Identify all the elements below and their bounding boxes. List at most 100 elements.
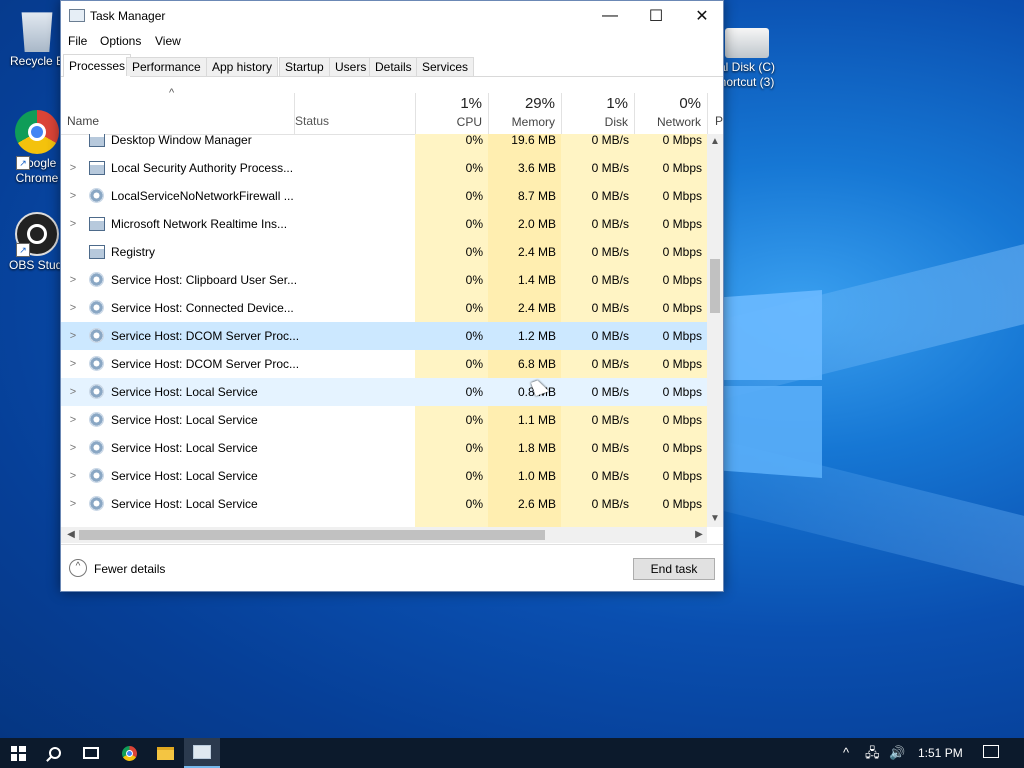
expand-chevron-icon[interactable]: > <box>67 378 79 406</box>
process-memory: 2.4 MB <box>517 301 556 315</box>
title-bar[interactable]: Task Manager — ☐ ✕ <box>61 1 723 31</box>
taskbar-file-explorer[interactable] <box>147 738 183 768</box>
tab-users[interactable]: Users <box>329 57 373 76</box>
taskbar: ^ 🖧 🔊 1:51 PM <box>0 738 1024 768</box>
column-divider[interactable] <box>707 93 708 134</box>
chrome-icon <box>121 745 137 761</box>
table-row[interactable]: > Service Host: Connected Device... 0% 2.4 … <box>61 294 707 322</box>
process-window-icon <box>89 245 105 259</box>
taskbar-chrome[interactable] <box>111 738 147 768</box>
chevron-up-circle-icon[interactable]: ^ <box>69 559 87 577</box>
menu-file[interactable]: File <box>68 34 87 48</box>
process-network: 0 Mbps <box>662 497 702 511</box>
tab-services[interactable]: Services <box>416 57 475 76</box>
network-label: Network <box>656 115 701 129</box>
process-name: Service Host: Local Service <box>111 413 258 427</box>
table-row[interactable]: Desktop Window Manager 0% 19.6 MB 0 MB/s 0 M… <box>61 134 707 154</box>
expand-chevron-icon[interactable]: > <box>67 294 79 322</box>
column-header-partial[interactable]: P <box>715 114 723 128</box>
process-network: 0 Mbps <box>662 469 702 483</box>
menu-options[interactable]: Options <box>100 34 141 48</box>
tab-performance[interactable]: Performance <box>126 57 207 76</box>
process-disk: 0 MB/s <box>591 441 629 455</box>
expand-chevron-icon[interactable]: > <box>67 210 79 238</box>
horizontal-scroll-thumb[interactable] <box>79 530 545 540</box>
process-network: 0 Mbps <box>662 441 702 455</box>
column-header-cpu[interactable]: 1% CPU <box>410 93 482 129</box>
process-name: Service Host: Local Service <box>111 469 258 483</box>
chrome-icon <box>15 110 59 154</box>
table-row[interactable]: > Local Security Authority Process... 0% 3.… <box>61 154 707 182</box>
network-icon[interactable]: 🖧 <box>865 738 880 768</box>
column-header-status[interactable]: Status <box>295 114 329 128</box>
table-row[interactable]: > LocalServiceNoNetworkFirewall ... 0% 8.7 … <box>61 182 707 210</box>
search-button[interactable] <box>37 738 73 768</box>
expand-chevron-icon[interactable]: > <box>67 462 79 490</box>
table-row[interactable]: > Service Host: Local Service 0% 1.1 MB 0 MB… <box>61 406 707 434</box>
maximize-button[interactable]: ☐ <box>633 1 679 31</box>
horizontal-scrollbar[interactable]: ◀ ▶ <box>61 527 707 543</box>
task-view-button[interactable] <box>73 738 109 768</box>
process-disk: 0 MB/s <box>591 217 629 231</box>
expand-chevron-icon[interactable]: > <box>67 182 79 210</box>
task-manager-window: Task Manager — ☐ ✕ File Options View Pro… <box>60 0 724 592</box>
footer-bar: ^ Fewer details End task <box>61 544 723 592</box>
process-disk: 0 MB/s <box>591 357 629 371</box>
expand-chevron-icon[interactable]: > <box>67 266 79 294</box>
show-hidden-icons-chevron-icon[interactable]: ^ <box>843 738 849 768</box>
column-header-disk[interactable]: 1% Disk <box>556 93 628 129</box>
service-gear-icon <box>89 384 104 399</box>
close-button[interactable]: ✕ <box>679 1 725 31</box>
tab-details[interactable]: Details <box>369 57 418 76</box>
process-disk: 0 MB/s <box>591 134 629 147</box>
expand-chevron-icon[interactable]: > <box>67 322 79 350</box>
process-memory: 1.8 MB <box>517 441 556 455</box>
taskbar-task-manager[interactable] <box>184 738 220 768</box>
vertical-scrollbar[interactable]: ▲ ▼ <box>707 134 723 527</box>
volume-icon[interactable]: 🔊 <box>889 738 905 768</box>
notification-icon[interactable] <box>983 745 999 758</box>
scroll-down-arrow-icon[interactable]: ▼ <box>707 511 723 527</box>
expand-chevron-icon[interactable]: > <box>67 406 79 434</box>
process-cpu: 0% <box>465 497 483 511</box>
tab-app-history[interactable]: App history <box>206 57 279 76</box>
scroll-left-arrow-icon[interactable]: ◀ <box>63 527 79 543</box>
column-header-memory[interactable]: 29% Memory <box>483 93 555 129</box>
table-row[interactable]: > Service Host: Local Service 0% 1.8 MB 0 MB… <box>61 434 707 462</box>
scroll-right-arrow-icon[interactable]: ▶ <box>691 527 707 543</box>
process-name: Desktop Window Manager <box>111 134 252 147</box>
table-row[interactable]: > Service Host: Local Service 0% 2.6 MB 0 MB… <box>61 490 707 518</box>
clock[interactable]: 1:51 PM <box>918 738 963 768</box>
table-row[interactable]: > Service Host: DCOM Server Proc... 0% 6.8 … <box>61 350 707 378</box>
end-task-button[interactable]: End task <box>633 558 715 580</box>
minimize-button[interactable]: — <box>587 1 633 31</box>
process-cpu: 0% <box>465 134 483 147</box>
table-row[interactable]: > Service Host: Local Service 0% 1.0 MB 0 MB… <box>61 462 707 490</box>
process-name: Service Host: Local Service <box>111 385 258 399</box>
column-header-name[interactable]: Name <box>67 114 99 128</box>
table-row[interactable]: > Service Host: Local Service 0% 0.8 MB 0 MB… <box>61 378 707 406</box>
tab-processes[interactable]: Processes <box>63 54 132 77</box>
menu-view[interactable]: View <box>155 34 181 48</box>
table-row[interactable]: > Service Host: DCOM Server Proc... 0% 1.2 … <box>61 322 707 350</box>
fewer-details-link[interactable]: Fewer details <box>94 562 165 576</box>
tab-startup[interactable]: Startup <box>279 57 330 76</box>
column-header-network[interactable]: 0% Network <box>629 93 701 129</box>
expand-chevron-icon[interactable]: > <box>67 350 79 378</box>
expand-chevron-icon[interactable]: > <box>67 154 79 182</box>
table-row[interactable]: > Microsoft Network Realtime Ins... 0% 2.0 … <box>61 210 707 238</box>
vertical-scroll-thumb[interactable] <box>710 259 720 313</box>
service-gear-icon <box>89 300 104 315</box>
process-memory: 1.2 MB <box>517 329 556 343</box>
maximize-icon: ☐ <box>648 8 664 25</box>
start-button[interactable] <box>0 738 36 768</box>
wallpaper-windows-logo <box>722 290 822 480</box>
table-row[interactable]: Registry 0% 2.4 MB 0 MB/s 0 Mbps <box>61 238 707 266</box>
process-network: 0 Mbps <box>662 161 702 175</box>
process-network: 0 Mbps <box>662 413 702 427</box>
scroll-up-arrow-icon[interactable]: ▲ <box>707 134 723 150</box>
table-row[interactable]: > Service Host: Clipboard User Ser... 0% 1.… <box>61 266 707 294</box>
expand-chevron-icon[interactable]: > <box>67 434 79 462</box>
expand-chevron-icon[interactable]: > <box>67 490 79 518</box>
process-cpu: 0% <box>465 385 483 399</box>
